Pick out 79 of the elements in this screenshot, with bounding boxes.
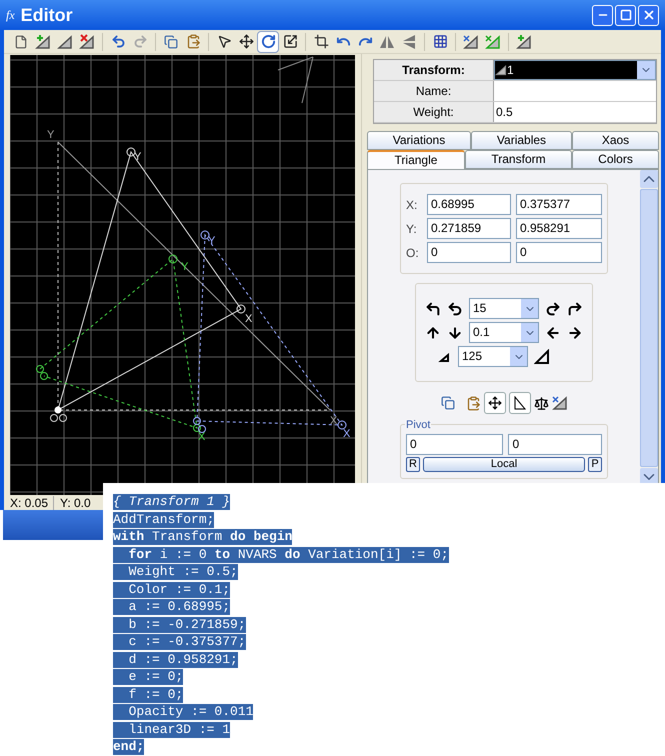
tool-button[interactable] <box>257 30 279 52</box>
input-field[interactable]: 0.5 <box>494 102 656 122</box>
paste-icon <box>186 34 200 49</box>
value-combo-box[interactable]: 125 <box>458 346 528 367</box>
window-title: Editor <box>20 4 73 26</box>
toggle-button[interactable] <box>508 392 530 414</box>
axis-label: Y <box>47 129 54 141</box>
input-field[interactable]: 0.958291 <box>516 218 602 239</box>
tab[interactable]: Triangle <box>367 150 465 169</box>
rotate-icon <box>260 34 276 49</box>
tab[interactable]: Variations <box>367 131 471 150</box>
minimize-button[interactable] <box>592 4 613 26</box>
value-combo-box[interactable]: 15 <box>469 298 539 319</box>
coordinate-label: X: <box>406 196 418 214</box>
property-label: Transform: <box>374 60 494 80</box>
triangle-fx-icon <box>485 34 501 50</box>
move-frame-icon <box>488 396 502 410</box>
tab[interactable]: Variables <box>471 131 572 150</box>
close-button[interactable] <box>638 4 659 26</box>
copy-icon[interactable] <box>440 396 454 410</box>
triangle-plus-icon <box>35 34 51 50</box>
document-icon <box>14 34 28 48</box>
triangle-icon <box>57 34 73 50</box>
property-label: Name: <box>374 81 494 101</box>
maximize-icon <box>620 9 632 21</box>
large-triangle-icon[interactable] <box>534 348 550 364</box>
maximize-button[interactable] <box>615 4 636 26</box>
pivot-mode-button[interactable]: Local <box>423 457 585 472</box>
axis-label: Y <box>134 151 142 163</box>
flip-vertical-icon <box>401 34 417 50</box>
value-combo-box[interactable]: 0.1 <box>469 322 539 343</box>
input-field[interactable]: 0 <box>406 434 504 455</box>
close-icon <box>642 8 656 22</box>
rotate-right-90-icon[interactable] <box>567 300 583 316</box>
rotate-right-icon[interactable] <box>545 300 561 316</box>
undo-icon <box>110 34 126 49</box>
input-field[interactable]: 0 <box>427 242 511 263</box>
toggle-button[interactable] <box>484 392 506 414</box>
app-icon: fx <box>6 6 15 24</box>
triangle-px-icon <box>463 34 479 50</box>
triangle-icon <box>495 64 507 76</box>
scale-balance-icon[interactable] <box>534 396 548 410</box>
grid-icon <box>432 34 448 49</box>
input-field[interactable]: 0 <box>516 242 602 263</box>
input-field[interactable] <box>494 81 656 101</box>
reset-button[interactable]: R <box>406 457 420 472</box>
scroll-up-icon[interactable] <box>640 170 658 188</box>
axis-label: X <box>198 431 206 443</box>
tab[interactable]: Xaos <box>572 131 659 150</box>
triangle-px-icon <box>552 395 568 411</box>
redo-icon <box>132 34 148 49</box>
rotate-left-90-icon[interactable] <box>425 300 441 316</box>
code-comment: { Transform 1 } <box>113 494 230 510</box>
copy-icon <box>164 34 178 48</box>
input-field[interactable]: 0 <box>508 434 602 455</box>
coordinate-label: Y: <box>406 220 418 238</box>
crop-icon <box>314 34 328 49</box>
triangle-icon <box>512 396 526 410</box>
tab[interactable]: Colors <box>572 150 659 169</box>
pick-button[interactable]: P <box>588 457 602 472</box>
rotate-left-icon[interactable] <box>447 300 463 316</box>
property-label: Weight: <box>374 102 494 122</box>
axis-label: X <box>245 313 252 325</box>
pointer-icon <box>216 34 232 49</box>
axis-label: Y <box>208 235 216 247</box>
input-field[interactable]: 0.68995 <box>427 194 511 215</box>
input-field[interactable]: 0.271859 <box>427 218 511 239</box>
transform-select[interactable]: 1 <box>494 60 656 80</box>
scale-icon <box>282 34 298 49</box>
triangle-delete-icon <box>79 34 95 50</box>
input-field[interactable]: 0.375377 <box>516 194 602 215</box>
arrow-down-icon[interactable] <box>447 324 463 340</box>
paste-icon[interactable] <box>466 396 480 410</box>
coordinate-label: O: <box>406 244 420 262</box>
move-icon <box>238 34 254 49</box>
axis-label: X <box>343 428 350 440</box>
tab[interactable]: Transform <box>465 150 572 169</box>
flip-horizontal-icon <box>379 34 395 50</box>
triangle-plus-icon <box>516 34 532 50</box>
